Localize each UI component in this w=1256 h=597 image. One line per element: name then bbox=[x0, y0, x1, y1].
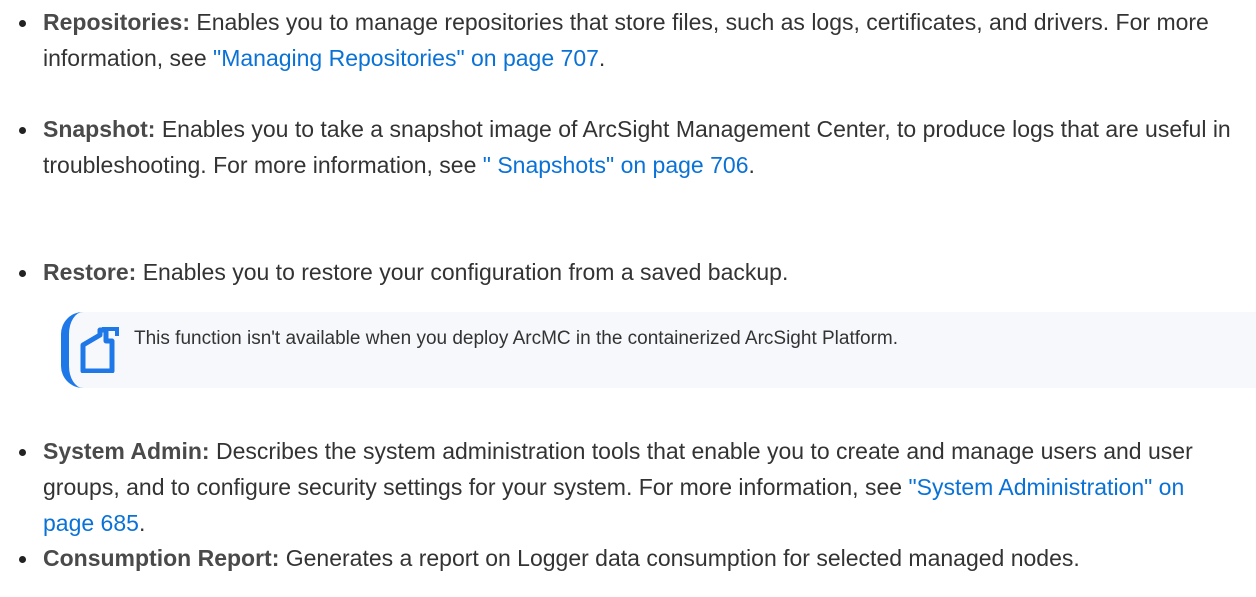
snapshots-link[interactable]: " Snapshots" on page 706 bbox=[483, 152, 749, 178]
item-description-end: . bbox=[748, 152, 755, 178]
item-description-end: . bbox=[138, 510, 146, 536]
note-icon bbox=[80, 327, 120, 374]
item-description: Generates a report on Logger data consum… bbox=[279, 545, 1080, 571]
term-label: Snapshot: bbox=[43, 116, 156, 142]
list-item-system-admin: System Admin: Describes the system admin… bbox=[19, 433, 1233, 541]
list-item-consumption-report: Consumption Report: Generates a report o… bbox=[19, 540, 1233, 576]
document-page: Repositories: Enables you to manage repo… bbox=[0, 0, 1256, 597]
term-label: System Admin: bbox=[43, 438, 210, 464]
note-text: This function isn't available when you d… bbox=[134, 328, 899, 349]
list-item-snapshot: Snapshot: Enables you to take a snapshot… bbox=[19, 111, 1233, 183]
term-label: Repositories: bbox=[43, 9, 190, 35]
list-item-repositories: Repositories: Enables you to manage repo… bbox=[19, 4, 1233, 76]
item-description-end: . bbox=[598, 45, 606, 71]
list-item-restore: Restore: Enables you to restore your con… bbox=[19, 254, 1233, 290]
note-callout: This function isn't available when you d… bbox=[61, 312, 1256, 388]
item-description: Enables you to restore your configuratio… bbox=[136, 259, 789, 285]
term-label: Consumption Report: bbox=[43, 545, 280, 571]
managing-repositories-link[interactable]: "Managing Repositories" on page 707 bbox=[213, 45, 599, 71]
term-label: Restore: bbox=[43, 259, 137, 285]
